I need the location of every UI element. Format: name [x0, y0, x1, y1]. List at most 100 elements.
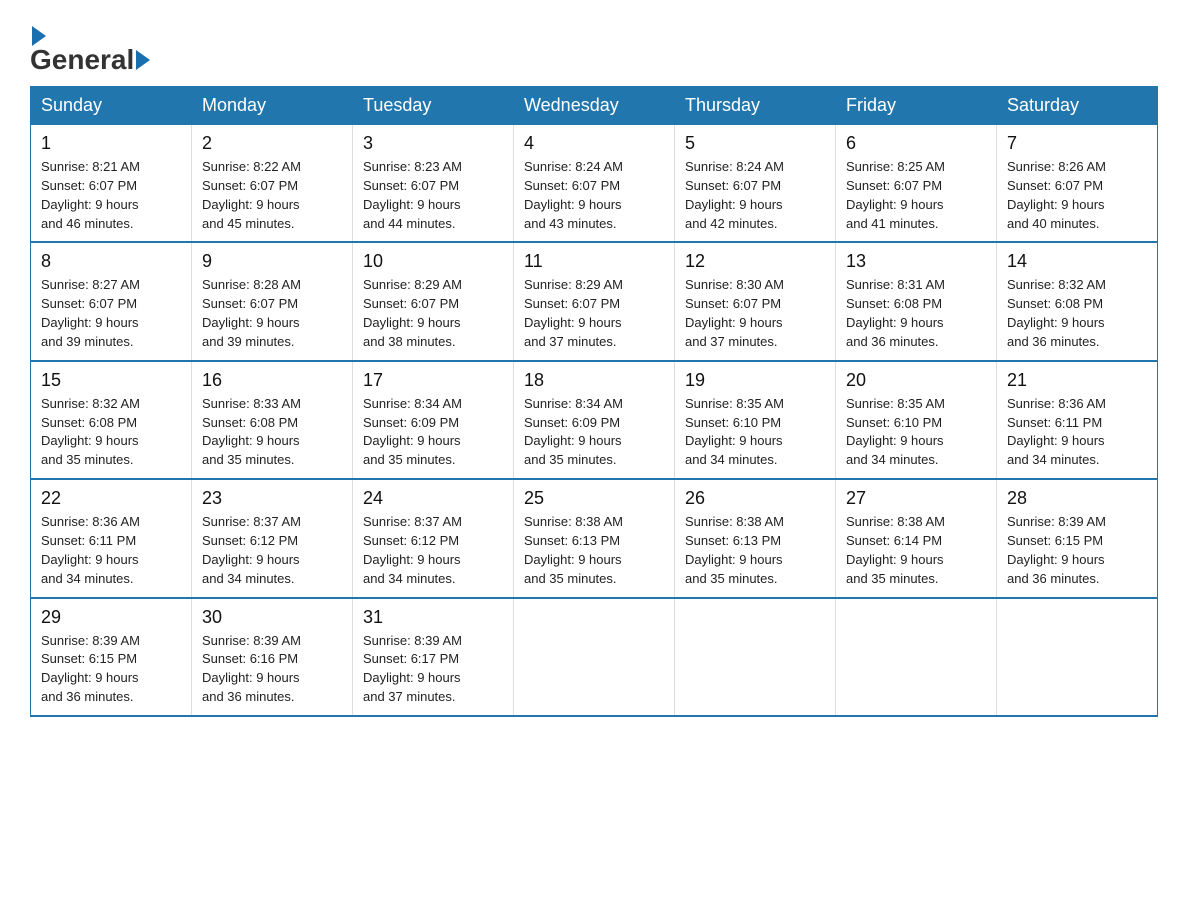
day-number: 22 [41, 488, 181, 509]
day-info: Sunrise: 8:39 AM Sunset: 6:15 PM Dayligh… [41, 632, 181, 707]
day-number: 10 [363, 251, 503, 272]
day-info: Sunrise: 8:30 AM Sunset: 6:07 PM Dayligh… [685, 276, 825, 351]
day-info: Sunrise: 8:24 AM Sunset: 6:07 PM Dayligh… [685, 158, 825, 233]
day-number: 9 [202, 251, 342, 272]
calendar-cell: 29 Sunrise: 8:39 AM Sunset: 6:15 PM Dayl… [31, 598, 192, 716]
day-number: 24 [363, 488, 503, 509]
calendar-cell: 17 Sunrise: 8:34 AM Sunset: 6:09 PM Dayl… [353, 361, 514, 479]
day-info: Sunrise: 8:32 AM Sunset: 6:08 PM Dayligh… [1007, 276, 1147, 351]
day-info: Sunrise: 8:38 AM Sunset: 6:13 PM Dayligh… [685, 513, 825, 588]
calendar-week-row: 15 Sunrise: 8:32 AM Sunset: 6:08 PM Dayl… [31, 361, 1158, 479]
day-info: Sunrise: 8:36 AM Sunset: 6:11 PM Dayligh… [41, 513, 181, 588]
calendar-cell: 16 Sunrise: 8:33 AM Sunset: 6:08 PM Dayl… [192, 361, 353, 479]
calendar-week-row: 22 Sunrise: 8:36 AM Sunset: 6:11 PM Dayl… [31, 479, 1158, 597]
calendar-cell: 7 Sunrise: 8:26 AM Sunset: 6:07 PM Dayli… [997, 125, 1158, 243]
calendar-week-row: 29 Sunrise: 8:39 AM Sunset: 6:15 PM Dayl… [31, 598, 1158, 716]
calendar-cell: 5 Sunrise: 8:24 AM Sunset: 6:07 PM Dayli… [675, 125, 836, 243]
logo: General [30, 20, 152, 76]
calendar-cell: 12 Sunrise: 8:30 AM Sunset: 6:07 PM Dayl… [675, 242, 836, 360]
day-number: 17 [363, 370, 503, 391]
calendar-cell: 19 Sunrise: 8:35 AM Sunset: 6:10 PM Dayl… [675, 361, 836, 479]
day-number: 28 [1007, 488, 1147, 509]
day-number: 23 [202, 488, 342, 509]
day-info: Sunrise: 8:38 AM Sunset: 6:13 PM Dayligh… [524, 513, 664, 588]
calendar-cell: 10 Sunrise: 8:29 AM Sunset: 6:07 PM Dayl… [353, 242, 514, 360]
day-number: 31 [363, 607, 503, 628]
day-number: 20 [846, 370, 986, 391]
day-number: 26 [685, 488, 825, 509]
day-info: Sunrise: 8:21 AM Sunset: 6:07 PM Dayligh… [41, 158, 181, 233]
day-number: 29 [41, 607, 181, 628]
logo-general2: General [30, 44, 134, 76]
calendar-cell: 6 Sunrise: 8:25 AM Sunset: 6:07 PM Dayli… [836, 125, 997, 243]
day-info: Sunrise: 8:23 AM Sunset: 6:07 PM Dayligh… [363, 158, 503, 233]
day-info: Sunrise: 8:37 AM Sunset: 6:12 PM Dayligh… [363, 513, 503, 588]
day-info: Sunrise: 8:38 AM Sunset: 6:14 PM Dayligh… [846, 513, 986, 588]
calendar-cell: 18 Sunrise: 8:34 AM Sunset: 6:09 PM Dayl… [514, 361, 675, 479]
day-number: 15 [41, 370, 181, 391]
day-info: Sunrise: 8:28 AM Sunset: 6:07 PM Dayligh… [202, 276, 342, 351]
calendar-cell: 23 Sunrise: 8:37 AM Sunset: 6:12 PM Dayl… [192, 479, 353, 597]
calendar-cell: 3 Sunrise: 8:23 AM Sunset: 6:07 PM Dayli… [353, 125, 514, 243]
calendar-cell: 13 Sunrise: 8:31 AM Sunset: 6:08 PM Dayl… [836, 242, 997, 360]
calendar-cell: 11 Sunrise: 8:29 AM Sunset: 6:07 PM Dayl… [514, 242, 675, 360]
header-friday: Friday [836, 87, 997, 125]
logo-arrow-icon [32, 26, 46, 46]
day-number: 27 [846, 488, 986, 509]
day-info: Sunrise: 8:32 AM Sunset: 6:08 PM Dayligh… [41, 395, 181, 470]
day-number: 8 [41, 251, 181, 272]
calendar-cell [675, 598, 836, 716]
calendar-cell [514, 598, 675, 716]
day-number: 3 [363, 133, 503, 154]
day-info: Sunrise: 8:34 AM Sunset: 6:09 PM Dayligh… [363, 395, 503, 470]
calendar-cell: 1 Sunrise: 8:21 AM Sunset: 6:07 PM Dayli… [31, 125, 192, 243]
day-number: 4 [524, 133, 664, 154]
calendar-cell: 30 Sunrise: 8:39 AM Sunset: 6:16 PM Dayl… [192, 598, 353, 716]
day-number: 7 [1007, 133, 1147, 154]
day-number: 13 [846, 251, 986, 272]
calendar-cell: 26 Sunrise: 8:38 AM Sunset: 6:13 PM Dayl… [675, 479, 836, 597]
calendar-cell: 4 Sunrise: 8:24 AM Sunset: 6:07 PM Dayli… [514, 125, 675, 243]
day-number: 6 [846, 133, 986, 154]
calendar-cell: 21 Sunrise: 8:36 AM Sunset: 6:11 PM Dayl… [997, 361, 1158, 479]
page-header: General [30, 20, 1158, 76]
day-info: Sunrise: 8:29 AM Sunset: 6:07 PM Dayligh… [363, 276, 503, 351]
day-info: Sunrise: 8:33 AM Sunset: 6:08 PM Dayligh… [202, 395, 342, 470]
calendar-header-row: SundayMondayTuesdayWednesdayThursdayFrid… [31, 87, 1158, 125]
header-thursday: Thursday [675, 87, 836, 125]
calendar-cell: 31 Sunrise: 8:39 AM Sunset: 6:17 PM Dayl… [353, 598, 514, 716]
day-info: Sunrise: 8:25 AM Sunset: 6:07 PM Dayligh… [846, 158, 986, 233]
day-info: Sunrise: 8:22 AM Sunset: 6:07 PM Dayligh… [202, 158, 342, 233]
calendar-cell: 9 Sunrise: 8:28 AM Sunset: 6:07 PM Dayli… [192, 242, 353, 360]
calendar-cell: 25 Sunrise: 8:38 AM Sunset: 6:13 PM Dayl… [514, 479, 675, 597]
day-number: 30 [202, 607, 342, 628]
day-number: 11 [524, 251, 664, 272]
day-number: 12 [685, 251, 825, 272]
calendar-cell: 15 Sunrise: 8:32 AM Sunset: 6:08 PM Dayl… [31, 361, 192, 479]
header-sunday: Sunday [31, 87, 192, 125]
calendar-cell: 2 Sunrise: 8:22 AM Sunset: 6:07 PM Dayli… [192, 125, 353, 243]
day-info: Sunrise: 8:37 AM Sunset: 6:12 PM Dayligh… [202, 513, 342, 588]
day-number: 18 [524, 370, 664, 391]
calendar-cell: 27 Sunrise: 8:38 AM Sunset: 6:14 PM Dayl… [836, 479, 997, 597]
day-info: Sunrise: 8:26 AM Sunset: 6:07 PM Dayligh… [1007, 158, 1147, 233]
day-info: Sunrise: 8:35 AM Sunset: 6:10 PM Dayligh… [685, 395, 825, 470]
logo-arrow2-icon [136, 50, 150, 70]
calendar-cell: 20 Sunrise: 8:35 AM Sunset: 6:10 PM Dayl… [836, 361, 997, 479]
calendar-cell: 28 Sunrise: 8:39 AM Sunset: 6:15 PM Dayl… [997, 479, 1158, 597]
day-number: 25 [524, 488, 664, 509]
day-number: 5 [685, 133, 825, 154]
day-number: 21 [1007, 370, 1147, 391]
day-info: Sunrise: 8:39 AM Sunset: 6:16 PM Dayligh… [202, 632, 342, 707]
calendar-cell: 22 Sunrise: 8:36 AM Sunset: 6:11 PM Dayl… [31, 479, 192, 597]
day-number: 1 [41, 133, 181, 154]
day-info: Sunrise: 8:34 AM Sunset: 6:09 PM Dayligh… [524, 395, 664, 470]
day-info: Sunrise: 8:39 AM Sunset: 6:17 PM Dayligh… [363, 632, 503, 707]
calendar-week-row: 8 Sunrise: 8:27 AM Sunset: 6:07 PM Dayli… [31, 242, 1158, 360]
day-info: Sunrise: 8:35 AM Sunset: 6:10 PM Dayligh… [846, 395, 986, 470]
calendar-table: SundayMondayTuesdayWednesdayThursdayFrid… [30, 86, 1158, 717]
day-number: 2 [202, 133, 342, 154]
calendar-cell [997, 598, 1158, 716]
day-number: 14 [1007, 251, 1147, 272]
calendar-cell: 8 Sunrise: 8:27 AM Sunset: 6:07 PM Dayli… [31, 242, 192, 360]
